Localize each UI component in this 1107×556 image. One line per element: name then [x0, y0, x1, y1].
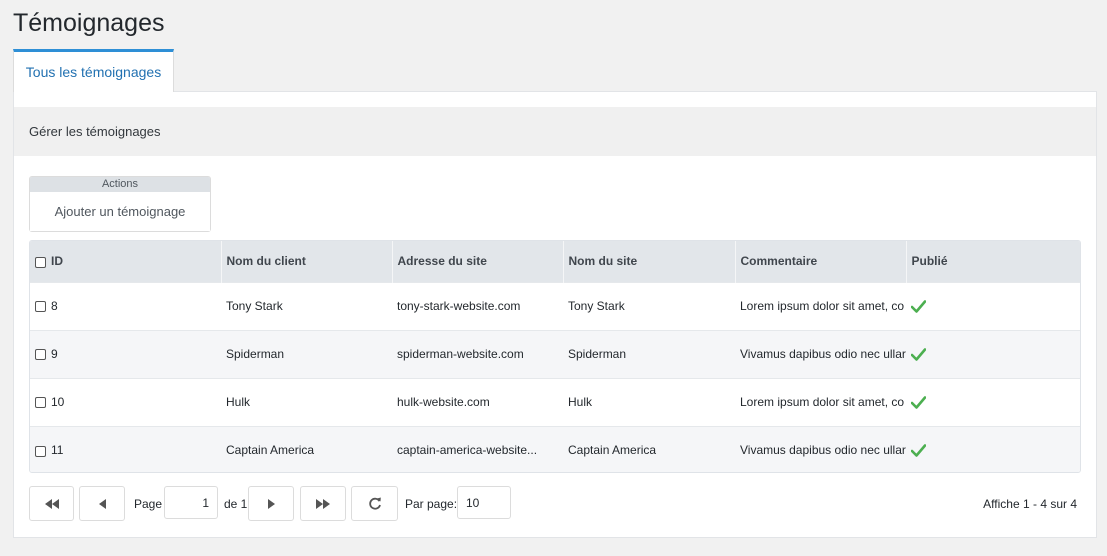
page-count-label: de 1 — [224, 497, 248, 511]
row-checkbox[interactable] — [35, 397, 46, 409]
table-header-row: ID Nom du client Adresse du site Nom du … — [30, 241, 1080, 282]
cell-comment: Lorem ipsum dolor sit amet, co — [740, 299, 905, 313]
row-checkbox[interactable] — [35, 445, 46, 457]
row-checkbox[interactable] — [35, 301, 46, 313]
page-number-input[interactable] — [164, 486, 218, 519]
column-header-comment[interactable]: Commentaire — [734, 241, 906, 282]
cell-published — [906, 426, 1080, 472]
page-title: Témoignages — [13, 9, 165, 37]
double-right-icon — [316, 498, 330, 509]
cell-url: tony-stark-website.com — [397, 299, 521, 313]
refresh-icon — [368, 497, 381, 510]
cell-site: Spiderman — [568, 347, 627, 361]
checkmark-icon — [911, 300, 926, 313]
double-left-icon — [44, 498, 59, 509]
checkmark-icon — [911, 348, 926, 361]
panel-header-title: Gérer les témoignages — [29, 124, 161, 139]
cell-client: Captain America — [226, 443, 315, 458]
table-row[interactable]: 8 Tony Stark tony-stark-website.com Tony… — [30, 282, 1080, 330]
checkmark-icon — [911, 444, 926, 458]
panel-header: Gérer les témoignages — [14, 107, 1096, 156]
cell-id: 9 — [51, 347, 58, 361]
checkmark-icon — [911, 396, 926, 409]
first-page-button[interactable] — [29, 486, 74, 521]
cell-id: 11 — [51, 443, 64, 458]
results-summary: Affiche 1 - 4 sur 4 — [983, 497, 1077, 511]
cell-site: Tony Stark — [568, 299, 625, 313]
column-header-site[interactable]: Nom du site — [562, 241, 735, 282]
tab-label: Tous les témoignages — [25, 64, 162, 80]
cell-published — [906, 378, 1080, 426]
refresh-button[interactable] — [351, 486, 398, 521]
main-panel: Gérer les témoignages Actions Ajouter un… — [13, 91, 1097, 538]
page-label: Page — [134, 497, 163, 511]
cell-site: Hulk — [568, 395, 593, 409]
cell-comment: Vivamus dapibus odio nec ullar — [740, 443, 906, 458]
column-header-url[interactable]: Adresse du site — [391, 241, 563, 282]
cell-published — [906, 330, 1080, 378]
cell-url: spiderman-website.com — [397, 347, 524, 361]
testimonials-table: ID Nom du client Adresse du site Nom du … — [30, 241, 1080, 472]
triangle-left-icon — [98, 498, 106, 509]
cell-id: 8 — [51, 299, 58, 313]
cell-url: hulk-website.com — [397, 395, 490, 409]
prev-page-button[interactable] — [79, 486, 125, 521]
cell-site: Captain America — [568, 443, 657, 458]
cell-client: Hulk — [226, 395, 251, 409]
pagination-bar: Page de 1 Par page: Affiche 1 - 4 sur 4 — [29, 486, 1081, 522]
per-page-label: Par page: — [405, 497, 458, 511]
triangle-right-icon — [267, 498, 275, 509]
cell-id: 10 — [51, 395, 65, 409]
actions-group: Actions Ajouter un témoignage — [29, 176, 211, 232]
row-checkbox[interactable] — [35, 349, 46, 361]
select-all-checkbox[interactable] — [35, 256, 46, 268]
tab-all-testimonials[interactable]: Tous les témoignages — [13, 49, 174, 92]
last-page-button[interactable] — [300, 486, 346, 521]
table-row[interactable]: 10 Hulk hulk-website.com Hulk Lorem ipsu… — [30, 378, 1080, 426]
table-row[interactable]: 11 Captain America captain-america-websi… — [30, 426, 1080, 472]
cell-comment: Lorem ipsum dolor sit amet, co — [740, 395, 905, 409]
cell-url: captain-america-website... — [397, 443, 538, 458]
cell-comment: Vivamus dapibus odio nec ullar — [740, 347, 906, 361]
cell-published — [906, 282, 1080, 330]
column-header-published[interactable]: Publié — [905, 241, 1080, 282]
column-header-client[interactable]: Nom du client — [220, 241, 392, 282]
actions-title: Actions — [30, 177, 210, 192]
cell-client: Tony Stark — [226, 299, 283, 313]
cell-client: Spiderman — [226, 347, 285, 361]
column-header-id[interactable]: ID — [30, 241, 221, 282]
per-page-input[interactable] — [457, 486, 511, 519]
add-testimonial-button[interactable]: Ajouter un témoignage — [30, 192, 210, 231]
testimonials-grid: ID Nom du client Adresse du site Nom du … — [29, 240, 1081, 473]
next-page-button[interactable] — [248, 486, 294, 521]
table-row[interactable]: 9 Spiderman spiderman-website.com Spider… — [30, 330, 1080, 378]
